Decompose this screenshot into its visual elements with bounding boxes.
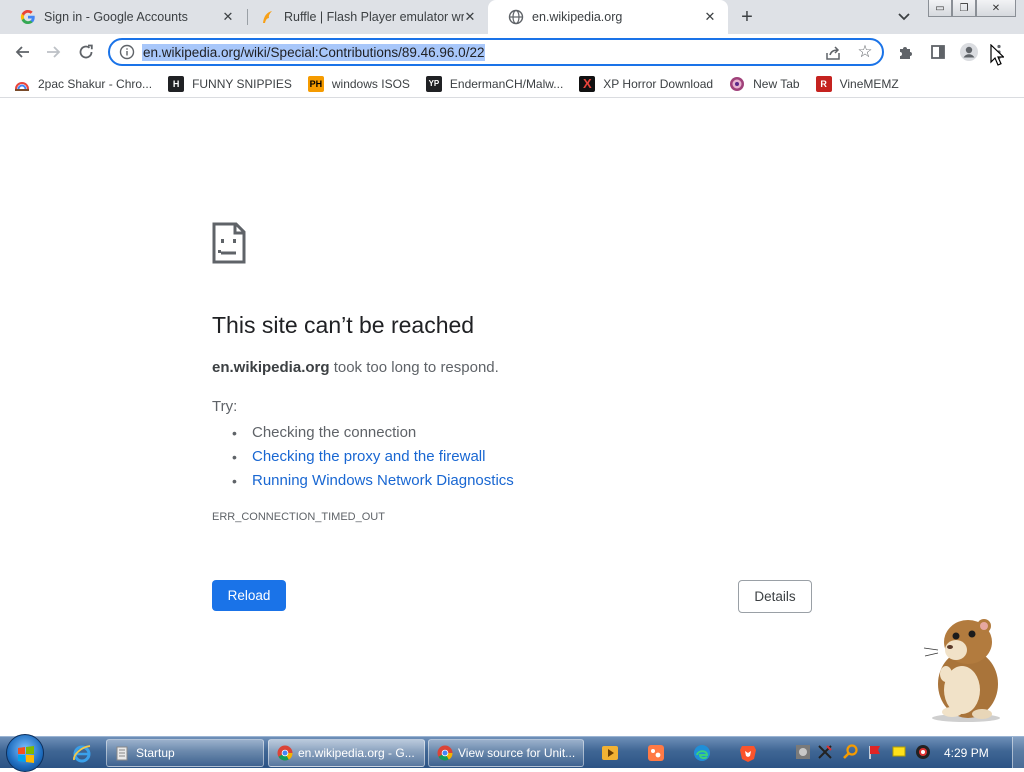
- taskbar-chrome-view-source[interactable]: View source for Unit...: [428, 739, 584, 767]
- show-desktop-button[interactable]: [1012, 737, 1024, 769]
- error-title: This site can’t be reached: [212, 312, 475, 338]
- tray-tools-icon[interactable]: [816, 743, 834, 761]
- try-label: Try:: [212, 398, 238, 415]
- taskbar-label: en.wikipedia.org - G...: [298, 746, 415, 760]
- tab-strip: Sign in - Google Accounts ✕ Ruffle | Fla…: [0, 0, 1024, 34]
- info-icon[interactable]: [119, 44, 135, 60]
- details-button[interactable]: Details: [738, 580, 812, 613]
- bookmark-label: New Tab: [753, 76, 800, 91]
- taskbar-clock[interactable]: 4:29 PM: [944, 746, 989, 760]
- window-controls: ▭ ❐ ✕: [928, 0, 1016, 18]
- side-panel-icon[interactable]: [927, 41, 949, 63]
- ruffle-icon: [260, 9, 276, 25]
- reload-toolbar-button[interactable]: [74, 40, 98, 64]
- paint-app-icon[interactable]: [644, 741, 668, 765]
- bookmark-new-tab[interactable]: New Tab: [729, 76, 800, 92]
- tray-volume-icon[interactable]: [914, 743, 932, 761]
- start-button[interactable]: [6, 734, 44, 772]
- bookmark-xp-horror[interactable]: X XP Horror Download: [579, 75, 714, 92]
- suggestion-network-diagnostics-link[interactable]: Running Windows Network Diagnostics: [252, 471, 514, 491]
- bookmark-label: XP Horror Download: [603, 76, 714, 91]
- chrome-icon: [277, 745, 293, 761]
- rainbow-icon: [14, 76, 30, 92]
- error-host: en.wikipedia.org: [212, 359, 330, 376]
- hamster-desktop-pet[interactable]: [918, 614, 1010, 722]
- error-code: ERR_CONNECTION_TIMED_OUT: [212, 511, 385, 523]
- bookmark-label: VineMEMZ: [839, 76, 899, 91]
- brave-icon[interactable]: [736, 741, 760, 765]
- google-g-icon: [20, 9, 36, 25]
- error-description: en.wikipedia.org took too long to respon…: [212, 359, 499, 376]
- windows-flag-icon: [18, 746, 34, 763]
- globe-icon: [508, 9, 524, 25]
- suggestion-proxy-firewall-link[interactable]: Checking the proxy and the firewall: [252, 447, 485, 467]
- address-bar[interactable]: en.wikipedia.org/wiki/Special:Contributi…: [108, 38, 884, 66]
- taskbar-label: Startup: [136, 746, 175, 760]
- tab-google-accounts[interactable]: Sign in - Google Accounts ✕: [0, 0, 246, 34]
- suggestion-check-connection: Checking the connection: [252, 424, 417, 441]
- mouse-cursor-icon: [990, 44, 1004, 66]
- forward-button[interactable]: [42, 40, 66, 64]
- h-logo-icon: H: [168, 75, 185, 92]
- taskbar-chrome-wikipedia[interactable]: en.wikipedia.org - G...: [268, 739, 425, 767]
- bookmark-label: windows ISOS: [331, 76, 410, 91]
- toolbar: en.wikipedia.org/wiki/Special:Contributi…: [0, 34, 1024, 70]
- bookmark-label: FUNNY SNIPPIES: [192, 76, 292, 91]
- bookmark-endermanch[interactable]: YP EndermanCH/Malw...: [425, 75, 564, 92]
- suggestion-item: Checking the proxy and the firewall: [232, 445, 514, 469]
- bookmark-2pac[interactable]: 2pac Shakur - Chro...: [14, 76, 152, 92]
- suggestion-item: Running Windows Network Diagnostics: [232, 469, 514, 493]
- tray-app-icon[interactable]: [794, 743, 812, 761]
- taskbar-label: View source for Unit...: [458, 746, 576, 760]
- bookmark-label: 2pac Shakur - Chro...: [38, 76, 153, 91]
- new-tab-button[interactable]: +: [736, 6, 758, 28]
- tab-title: en.wikipedia.org: [532, 10, 623, 24]
- x-logo-icon: X: [579, 75, 596, 92]
- bookmarks-bar: 2pac Shakur - Chro... H FUNNY SNIPPIES P…: [0, 70, 1024, 98]
- tab-title: Sign in - Google Accounts: [44, 10, 188, 24]
- back-arrow-icon: [15, 46, 29, 58]
- forward-arrow-icon: [47, 46, 61, 58]
- close-tab-icon[interactable]: ✕: [702, 9, 718, 25]
- suggestion-item: Checking the connection: [232, 421, 514, 445]
- tray-magnifier-icon[interactable]: [842, 743, 860, 761]
- close-tab-icon[interactable]: ✕: [220, 9, 236, 25]
- extensions-puzzle-icon[interactable]: [895, 41, 917, 63]
- chrome-icon: [437, 745, 453, 761]
- spiral-icon: [729, 76, 745, 92]
- back-button[interactable]: [10, 40, 34, 64]
- bookmark-funny-snippies[interactable]: H FUNNY SNIPPIES: [168, 75, 292, 92]
- r-logo-icon: R: [815, 75, 832, 92]
- profile-avatar-icon[interactable]: [958, 41, 980, 63]
- tab-title: Ruffle | Flash Player emulator wri: [284, 10, 464, 24]
- suggestions-list: Checking the connection Checking the pro…: [232, 421, 514, 493]
- windows-taskbar: Startup en.wikipedia.org - G... View sou…: [0, 734, 1024, 772]
- tray-flag-icon[interactable]: [866, 743, 884, 761]
- restore-button[interactable]: ❐: [952, 0, 976, 17]
- reload-icon: [79, 44, 93, 59]
- tray-notification-icon[interactable]: [890, 743, 908, 761]
- tab-search-chevron-icon[interactable]: [894, 8, 914, 26]
- error-desc-text: took too long to respond.: [329, 359, 499, 376]
- bookmark-star-icon[interactable]: ☆: [856, 43, 874, 61]
- media-player-icon[interactable]: [598, 741, 622, 765]
- tab-ruffle[interactable]: Ruffle | Flash Player emulator wri ✕: [240, 0, 488, 34]
- bookmark-windows-isos[interactable]: PH windows ISOS: [307, 75, 410, 92]
- bookmark-vinememz[interactable]: R VineMEMZ: [815, 75, 899, 92]
- yp-logo-icon: YP: [425, 75, 442, 92]
- folder-icon: [116, 746, 128, 761]
- sad-document-icon: [212, 222, 246, 264]
- ph-logo-icon: PH: [307, 75, 324, 92]
- edge-icon[interactable]: [690, 741, 714, 765]
- tab-wikipedia[interactable]: en.wikipedia.org ✕: [488, 0, 728, 34]
- share-icon[interactable]: [824, 44, 842, 62]
- close-window-button[interactable]: ✕: [976, 0, 1016, 17]
- reload-button[interactable]: Reload: [212, 580, 286, 611]
- url-text[interactable]: en.wikipedia.org/wiki/Special:Contributi…: [142, 44, 486, 61]
- bookmark-label: EndermanCH/Malw...: [449, 76, 564, 91]
- close-tab-icon[interactable]: ✕: [462, 9, 478, 25]
- internet-explorer-icon[interactable]: [70, 741, 94, 765]
- taskbar-startup[interactable]: Startup: [106, 739, 264, 767]
- minimize-button[interactable]: ▭: [928, 0, 952, 17]
